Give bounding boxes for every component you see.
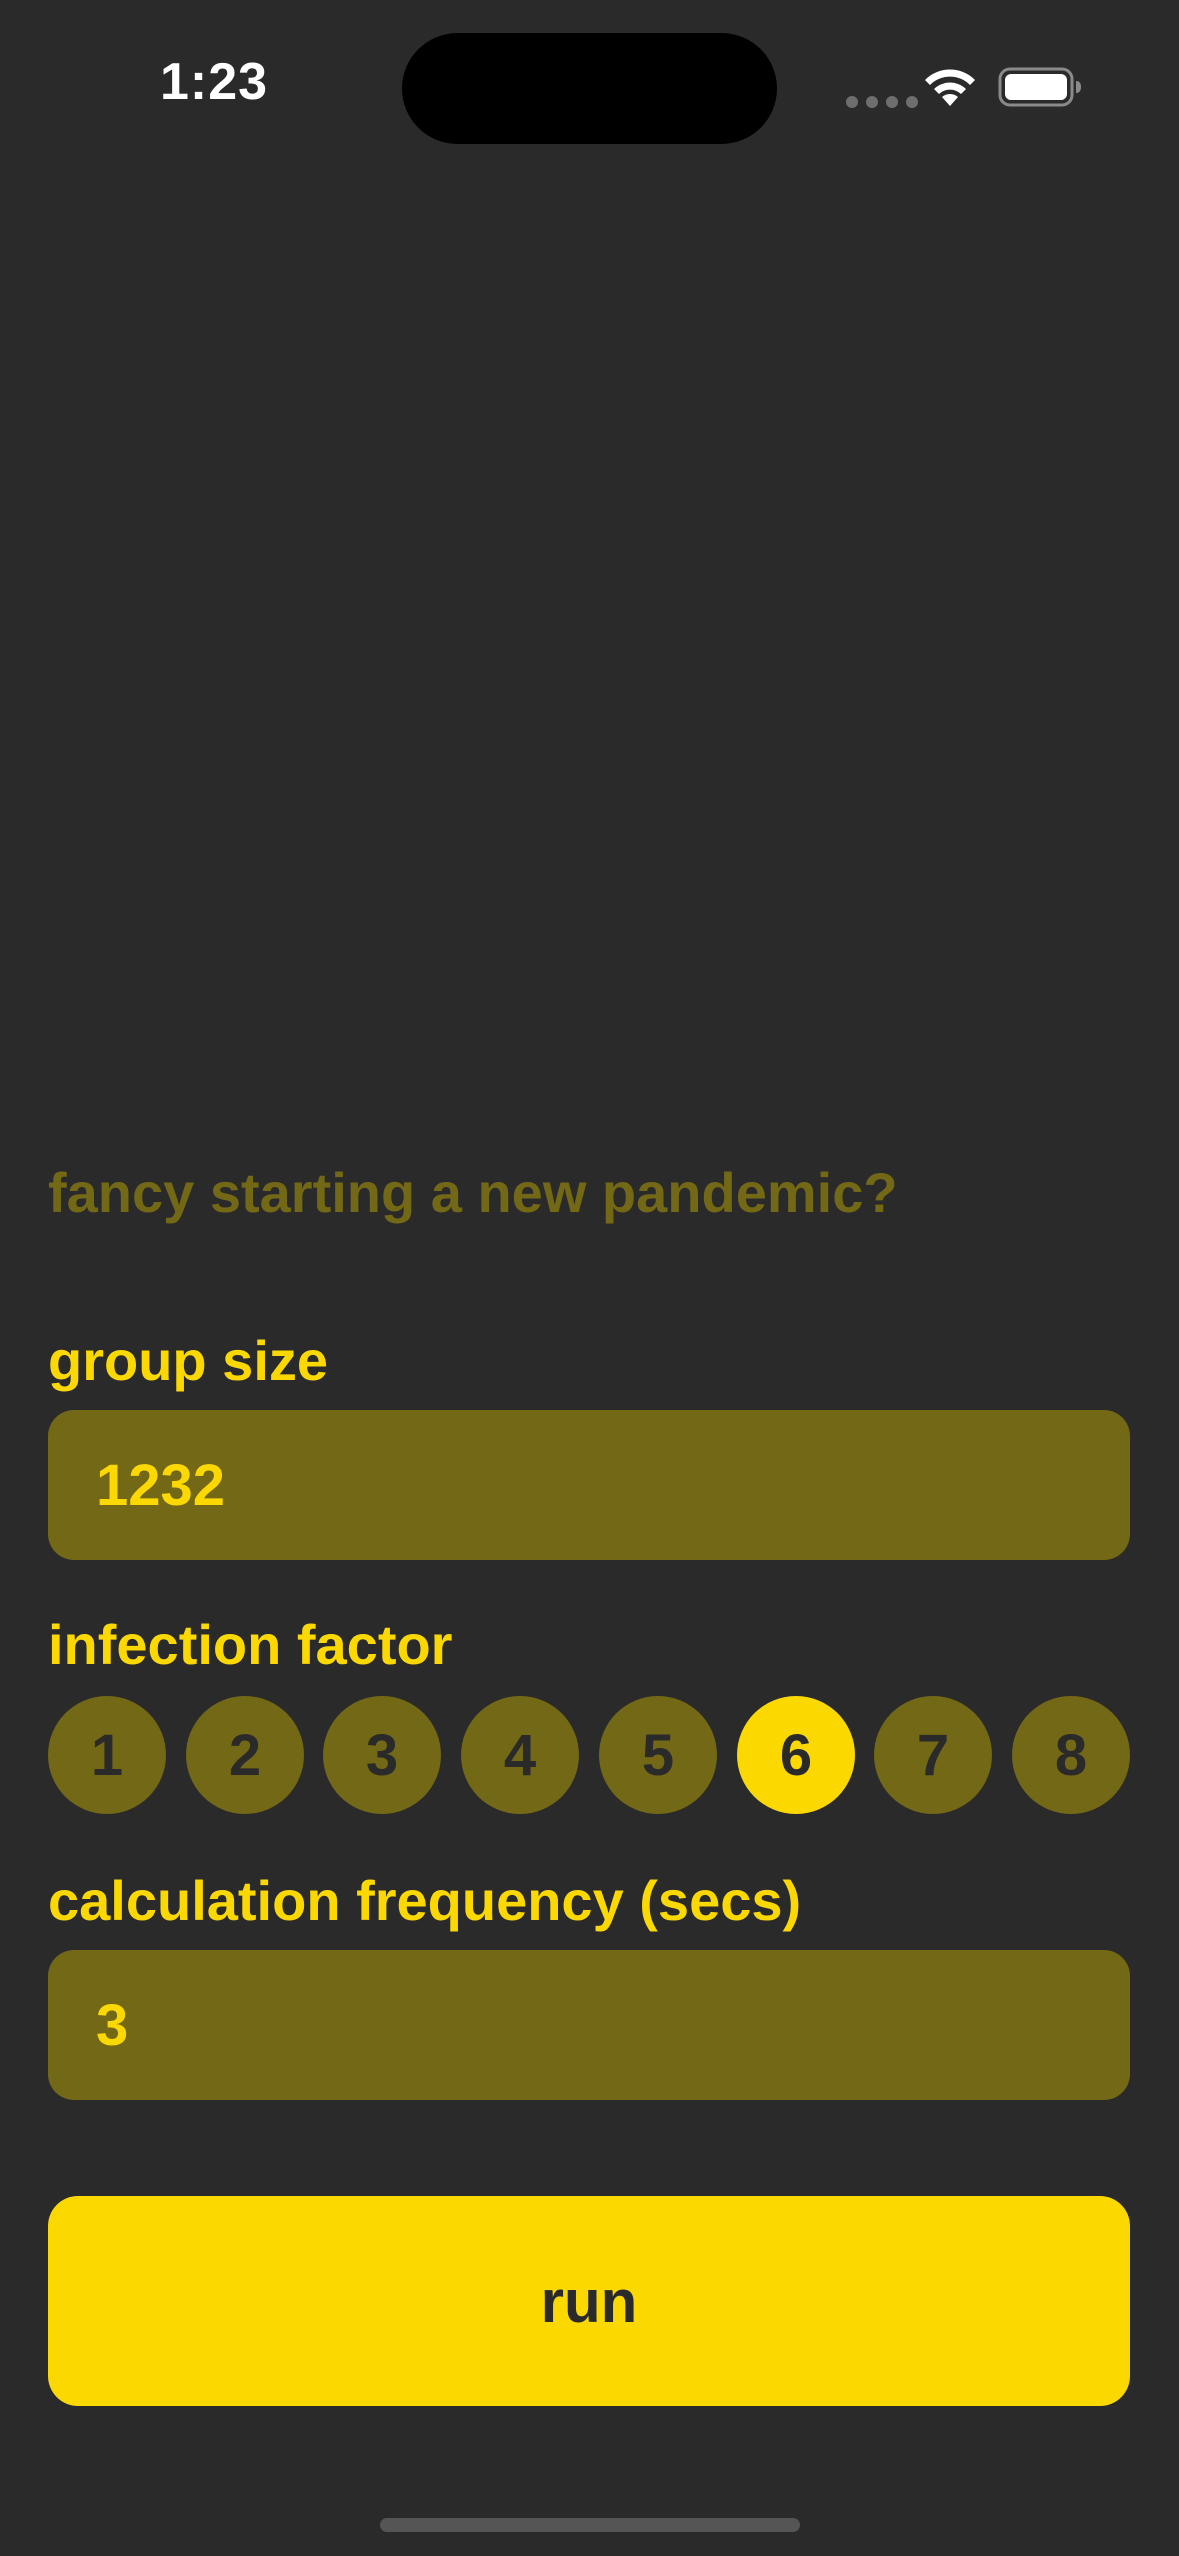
infection-factor-option[interactable]: 8	[1012, 1696, 1130, 1814]
infection-factor-option[interactable]: 2	[186, 1696, 304, 1814]
status-time: 1:23	[160, 53, 269, 111]
infection-factor-option[interactable]: 1	[48, 1696, 166, 1814]
home-indicator[interactable]	[380, 2518, 800, 2532]
infection-factor-option[interactable]: 7	[874, 1696, 992, 1814]
infection-factor-option[interactable]: 5	[599, 1696, 717, 1814]
cellular-signal-icon	[846, 96, 918, 108]
calculation-frequency-input[interactable]: 3	[48, 1950, 1130, 2100]
infection-factor-option[interactable]: 4	[461, 1696, 579, 1814]
calculation-frequency-label: calculation frequency (secs)	[48, 1869, 802, 1932]
infection-factor-selector: 1 2 3 4 5 6 7 8	[48, 1696, 1130, 1814]
prompt-heading: fancy starting a new pandemic?	[48, 1161, 898, 1224]
run-button[interactable]: run	[48, 2196, 1130, 2406]
group-size-input[interactable]: 1232	[48, 1410, 1130, 1560]
infection-factor-option[interactable]: 6	[737, 1696, 855, 1814]
battery-icon	[998, 67, 1081, 107]
infection-factor-label: infection factor	[48, 1613, 453, 1676]
infection-factor-option[interactable]: 3	[323, 1696, 441, 1814]
wifi-icon	[925, 69, 975, 106]
group-size-label: group size	[48, 1329, 329, 1392]
dynamic-island	[402, 33, 777, 144]
